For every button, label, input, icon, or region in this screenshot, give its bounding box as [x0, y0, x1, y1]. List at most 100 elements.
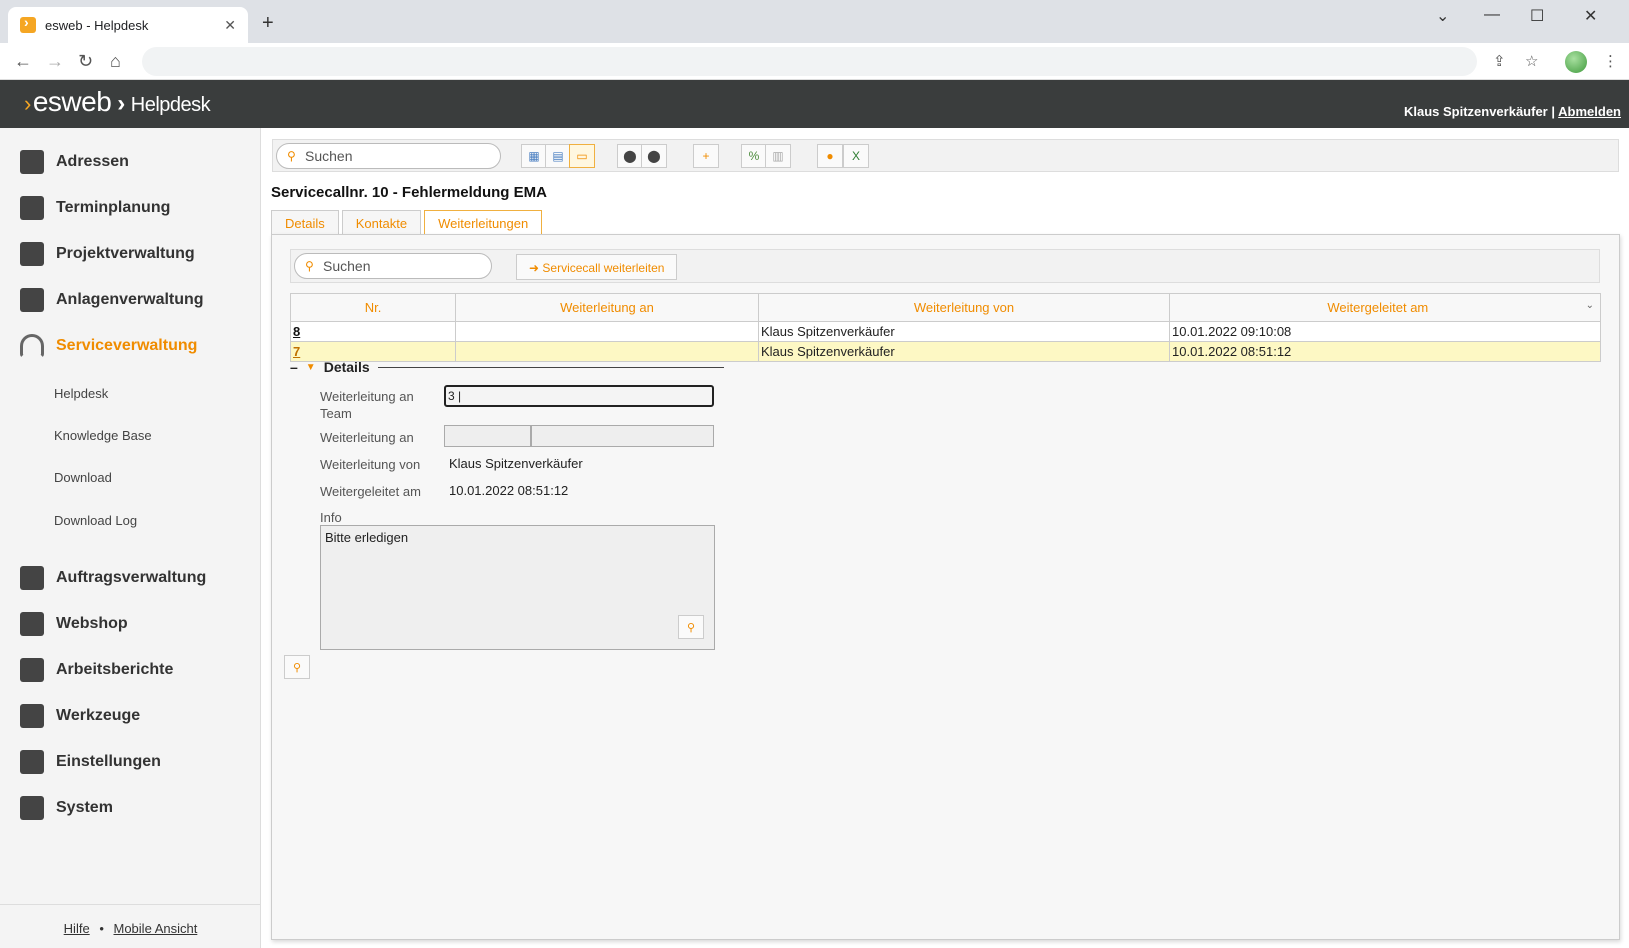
- sidebar-item-terminplanung[interactable]: Terminplanung: [20, 196, 170, 220]
- sidebar-item-label: Einstellungen: [56, 753, 161, 770]
- footer-dot: •: [99, 921, 104, 936]
- maximize-button[interactable]: ☐: [1530, 6, 1544, 26]
- breadcrumb-chevron-icon: ›: [117, 90, 125, 117]
- search-icon: ⚲: [305, 259, 314, 273]
- details-search-button[interactable]: ⚲: [284, 655, 310, 679]
- new-tab-button[interactable]: +: [262, 12, 274, 35]
- server-stack-icon: [20, 796, 44, 820]
- column-header-from[interactable]: Weiterleitung von: [758, 293, 1170, 322]
- column-header-to[interactable]: Weiterleitung an: [455, 293, 759, 322]
- label-info: Info: [320, 510, 342, 525]
- sidebar-item-auftragsverwaltung[interactable]: Auftragsverwaltung: [20, 566, 206, 590]
- mobile-view-link[interactable]: Mobile Ansicht: [114, 921, 198, 936]
- sidebar-subitem-download-log[interactable]: Download Log: [54, 513, 137, 528]
- forward-icon[interactable]: →: [46, 51, 64, 72]
- sidebar-item-label: Terminplanung: [56, 199, 171, 216]
- list-view-button[interactable]: ▦: [521, 144, 547, 168]
- page-title: Servicecallnr. 10 - Fehlermeldung EMA: [271, 184, 547, 201]
- table-row[interactable]: 8 Klaus Spitzenverkäufer 10.01.2022 09:1…: [290, 321, 1601, 342]
- tab-search-icon[interactable]: ⌄: [1436, 6, 1449, 26]
- sidebar-item-werkzeuge[interactable]: Werkzeuge: [20, 704, 140, 728]
- close-tab-icon[interactable]: ✕: [224, 17, 236, 34]
- info-textarea[interactable]: Bitte erledigen: [320, 525, 715, 650]
- forward-button-label: Servicecall weiterleiten: [542, 261, 665, 275]
- sidebar-item-anlagenverwaltung[interactable]: Anlagenverwaltung: [20, 288, 204, 312]
- sidebar: Adressen Terminplanung Projektverwaltung…: [0, 128, 261, 948]
- sidebar-item-arbeitsberichte[interactable]: Arbeitsberichte: [20, 658, 173, 682]
- browser-toolbar: ← → ↻ ⌂ ⇪ ☆ ⋮: [0, 43, 1629, 80]
- gears-icon: [20, 750, 44, 774]
- sidebar-item-label: Anlagenverwaltung: [56, 291, 204, 308]
- minimize-button[interactable]: —: [1484, 6, 1500, 24]
- browser-tab[interactable]: esweb - Helpdesk ✕: [8, 7, 248, 43]
- forward-servicecall-button[interactable]: ➜ Servicecall weiterleiten: [516, 254, 678, 280]
- details-section-toggle[interactable]: – ▼ Details: [290, 359, 724, 375]
- main-search-placeholder: Suchen: [305, 148, 353, 164]
- triangle-down-icon: ▼: [305, 361, 316, 373]
- forwards-search-placeholder: Suchen: [323, 258, 371, 274]
- sidebar-item-serviceverwaltung[interactable]: Serviceverwaltung: [20, 334, 197, 358]
- row-nr-link[interactable]: 8: [290, 321, 456, 342]
- sidebar-item-webshop[interactable]: Webshop: [20, 612, 128, 636]
- factory-icon: [20, 288, 44, 312]
- sidebar-item-label: Werkzeuge: [56, 707, 141, 724]
- team-input[interactable]: 3 |: [444, 385, 714, 407]
- export-button[interactable]: ⬤: [641, 144, 667, 168]
- column-header-nr[interactable]: Nr.: [290, 293, 456, 322]
- sidebar-subitem-download[interactable]: Download: [54, 470, 112, 485]
- report-button[interactable]: ▥: [765, 144, 791, 168]
- profile-avatar[interactable]: [1565, 51, 1587, 73]
- forwards-search-input[interactable]: ⚲ Suchen: [294, 253, 492, 279]
- browser-menu-icon[interactable]: ⋮: [1603, 52, 1618, 70]
- info-value: Bitte erledigen: [325, 530, 409, 545]
- detail-tabs: Details Kontakte Weiterleitungen: [271, 210, 545, 236]
- tab-weiterleitungen[interactable]: Weiterleitungen: [424, 210, 543, 236]
- forward-from-value: Klaus Spitzenverkäufer: [449, 456, 583, 471]
- tab-kontakte[interactable]: Kontakte: [341, 210, 422, 235]
- forwards-panel: ⚲ Suchen ➜ Servicecall weiterleiten Nr. …: [271, 234, 1620, 940]
- column-header-date[interactable]: Weitergeleitet am ⌄: [1169, 293, 1601, 322]
- label-forward-to: Weiterleitung an: [320, 430, 414, 445]
- home-icon[interactable]: ⌂: [110, 51, 121, 72]
- sidebar-item-label: Adressen: [56, 153, 129, 170]
- sidebar-subitem-knowledge-base[interactable]: Knowledge Base: [54, 428, 152, 443]
- excel-export-button[interactable]: X: [843, 144, 869, 168]
- forward-to-code-input[interactable]: [444, 425, 531, 447]
- header-section: Helpdesk: [130, 94, 211, 116]
- detail-view-button[interactable]: ▤: [545, 144, 571, 168]
- row-date: 10.01.2022 09:10:08: [1169, 321, 1601, 342]
- close-window-button[interactable]: ✕: [1584, 6, 1597, 26]
- logout-link[interactable]: Abmelden: [1558, 104, 1621, 119]
- app-logo[interactable]: ›esweb › Helpdesk: [24, 86, 211, 118]
- add-button[interactable]: +: [693, 144, 719, 168]
- help-link[interactable]: Hilfe: [64, 921, 90, 936]
- main-search-input[interactable]: ⚲ Suchen: [276, 143, 501, 169]
- confirm-button[interactable]: ●: [817, 144, 843, 168]
- sidebar-footer: Hilfe • Mobile Ansicht: [0, 904, 261, 936]
- sidebar-item-system[interactable]: System: [20, 796, 113, 820]
- sidebar-item-einstellungen[interactable]: Einstellungen: [20, 750, 161, 774]
- reload-icon[interactable]: ↻: [78, 51, 93, 72]
- project-chart-icon: [20, 242, 44, 266]
- shopping-cart-icon: [20, 612, 44, 636]
- tab-details[interactable]: Details: [271, 210, 339, 235]
- sidebar-subitem-helpdesk[interactable]: Helpdesk: [54, 386, 108, 401]
- sort-chevron-icon[interactable]: ⌄: [1586, 300, 1594, 311]
- forward-to-name-input[interactable]: [531, 425, 714, 447]
- sidebar-item-adressen[interactable]: Adressen: [20, 150, 129, 174]
- address-input[interactable]: [142, 47, 1477, 76]
- sidebar-item-projektverwaltung[interactable]: Projektverwaltung: [20, 242, 195, 266]
- row-from: Klaus Spitzenverkäufer: [758, 341, 1170, 362]
- back-icon[interactable]: ←: [14, 51, 32, 72]
- import-button[interactable]: ⬤: [617, 144, 643, 168]
- user-separator: |: [1551, 104, 1556, 119]
- folder-view-button[interactable]: ▭: [569, 144, 595, 168]
- info-search-button[interactable]: ⚲: [678, 615, 704, 639]
- bookmark-star-icon[interactable]: ☆: [1525, 52, 1538, 70]
- user-name: Klaus Spitzenverkäufer: [1403, 104, 1548, 119]
- app-header: ›esweb › Helpdesk Klaus Spitzenverkäufer |…: [0, 80, 1629, 128]
- order-list-icon: [20, 566, 44, 590]
- share-icon[interactable]: ⇪: [1493, 52, 1506, 70]
- tools-icon: [20, 704, 44, 728]
- percent-edit-button[interactable]: %: [741, 144, 767, 168]
